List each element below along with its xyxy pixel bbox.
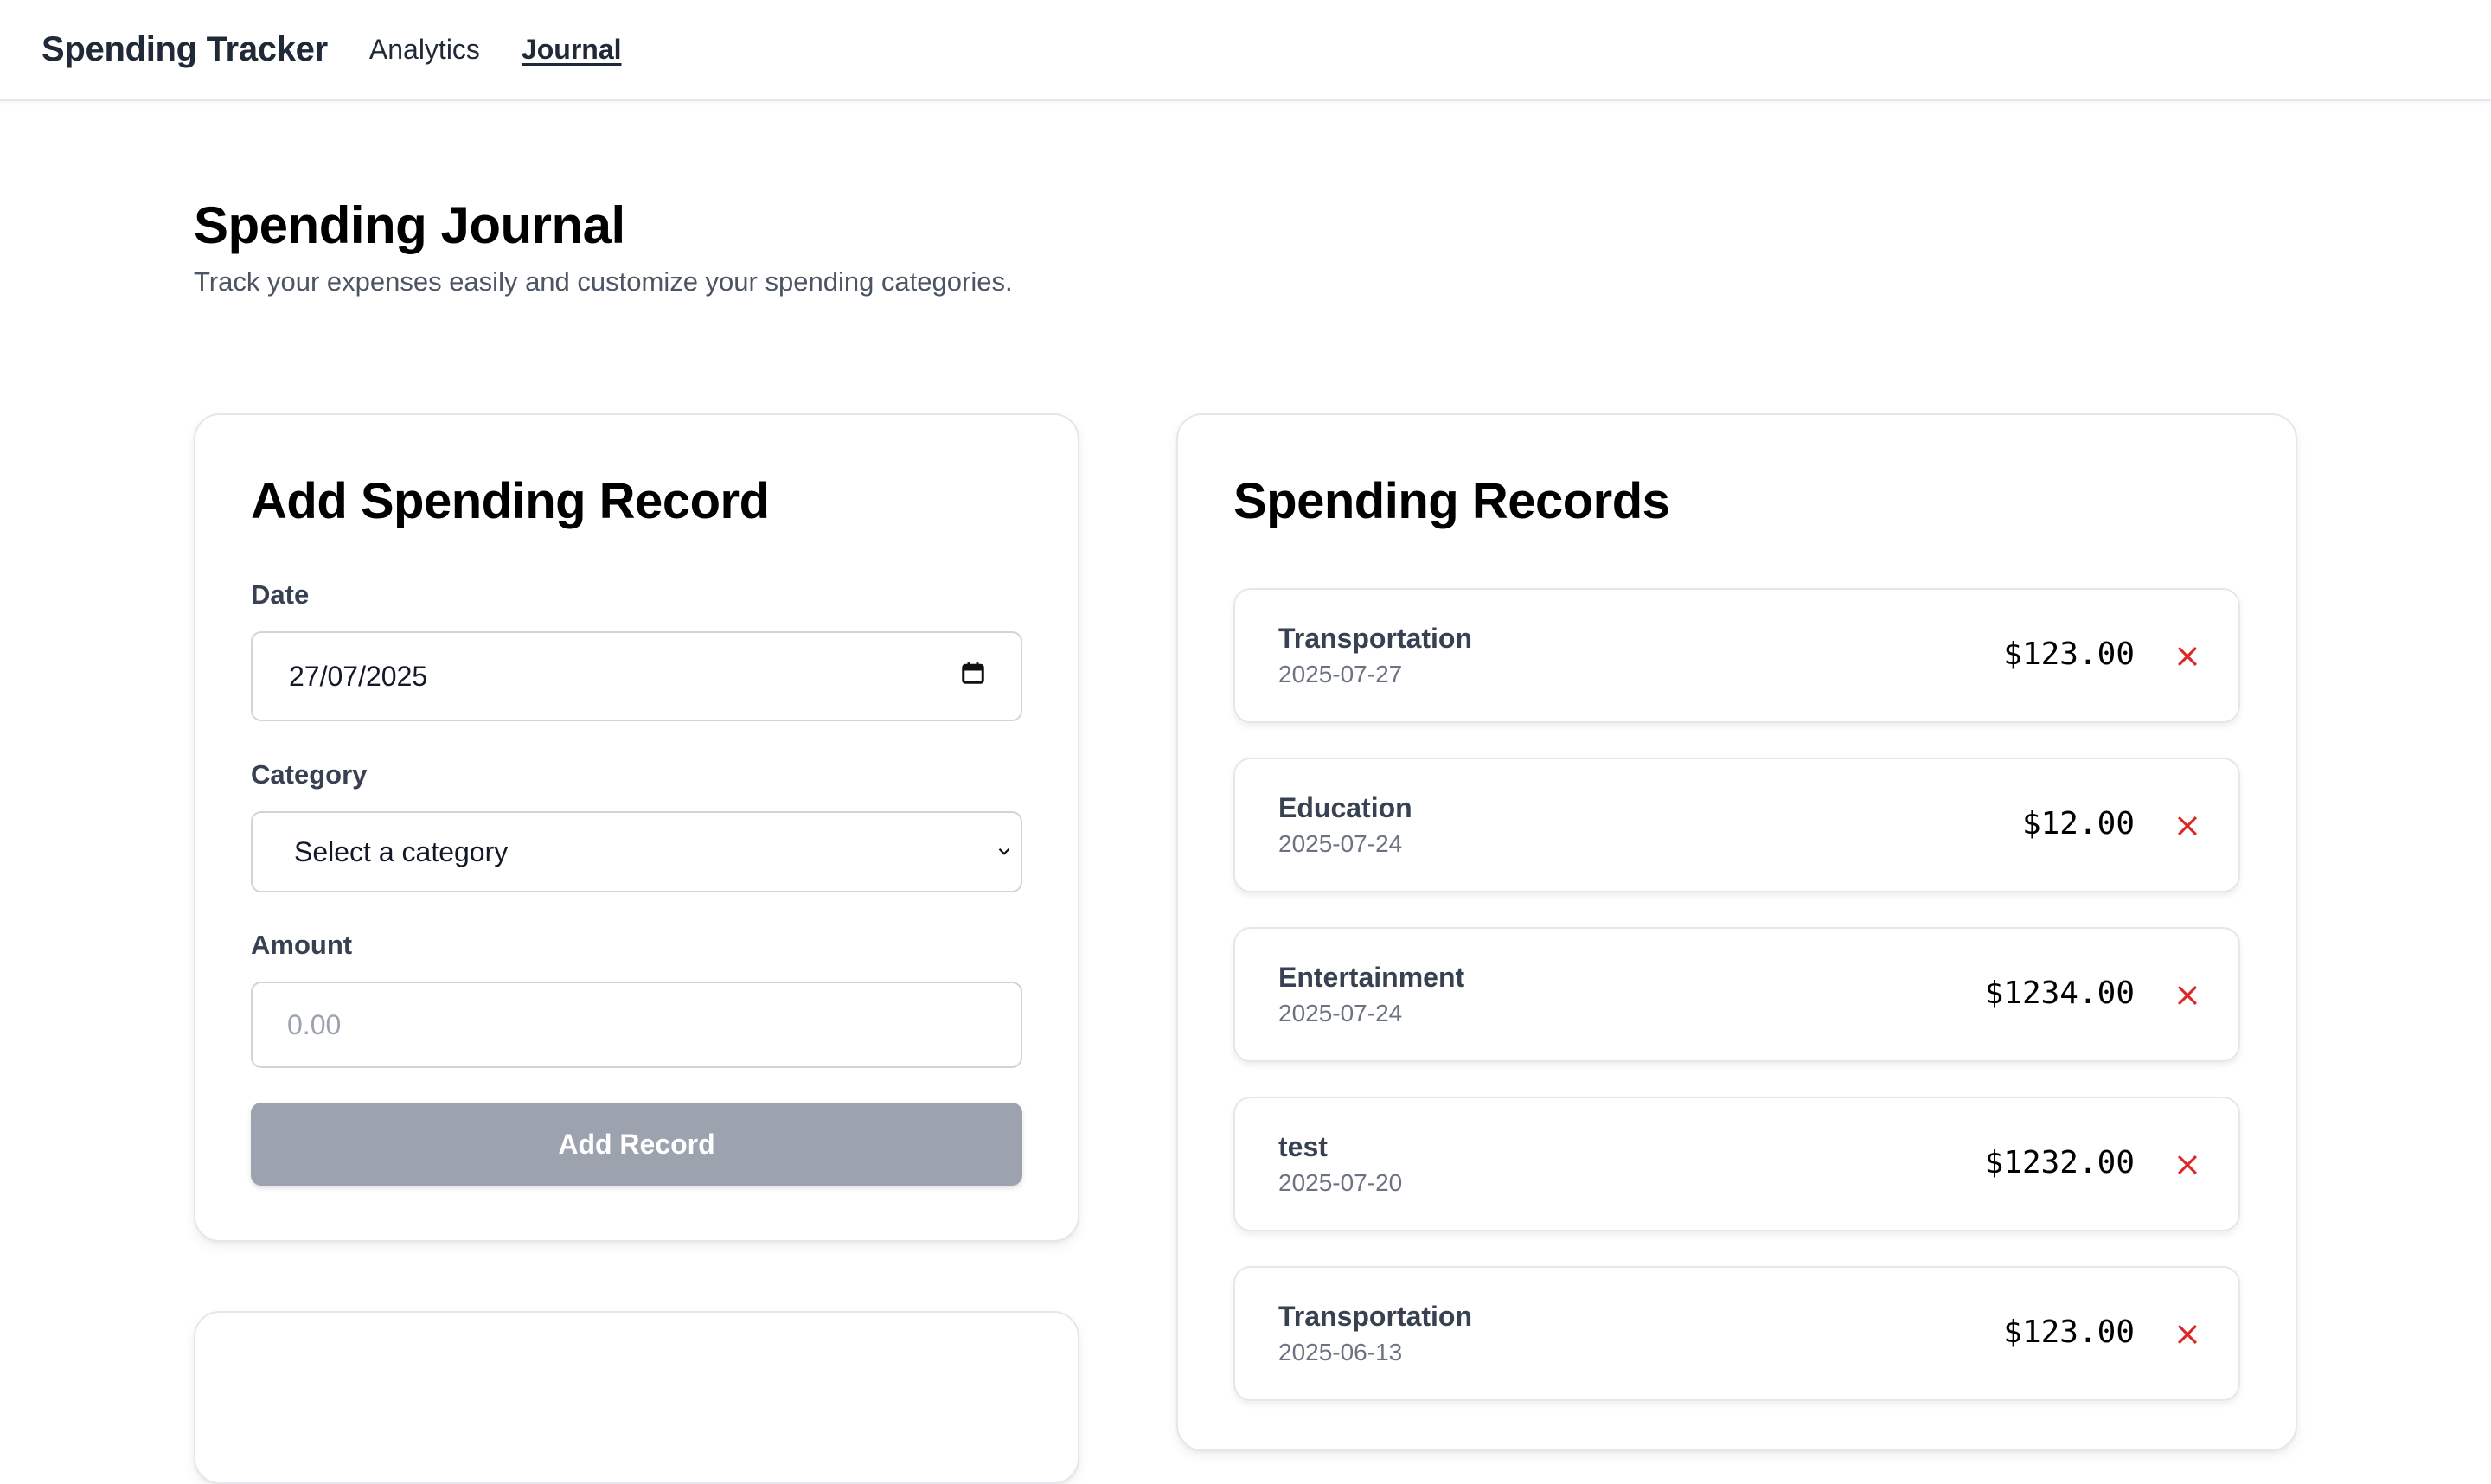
category-label: Category <box>251 759 368 790</box>
nav-link-journal[interactable]: Journal <box>522 34 622 66</box>
date-input[interactable]: 27/07/2025 <box>251 631 1022 721</box>
category-selected-value: Select a category <box>294 835 509 867</box>
top-navigation: Spending Tracker Analytics Journal <box>0 0 2491 101</box>
record-category: test <box>1278 1131 1328 1162</box>
record-amount: $1232.00 <box>1984 1145 2135 1180</box>
record-amount: $123.00 <box>2003 1314 2135 1350</box>
record-item: test 2025-07-20 $1232.00 <box>1233 1097 2240 1231</box>
date-label: Date <box>251 579 310 610</box>
add-record-button[interactable]: Add Record <box>251 1103 1022 1186</box>
add-record-card: Add Spending Record Date 27/07/2025 Cate… <box>194 413 1079 1242</box>
record-category: Entertainment <box>1278 962 1465 993</box>
add-record-title: Add Spending Record <box>251 473 770 529</box>
secondary-card <box>194 1311 1079 1484</box>
amount-placeholder: 0.00 <box>287 1008 342 1040</box>
close-icon[interactable] <box>2173 1150 2202 1180</box>
record-amount: $123.00 <box>2003 636 2135 672</box>
spending-records-title: Spending Records <box>1233 473 1670 529</box>
record-item: Transportation 2025-07-27 $123.00 <box>1233 588 2240 723</box>
chevron-down-icon <box>995 836 1014 868</box>
record-amount: $1234.00 <box>1984 975 2135 1011</box>
page-title: Spending Journal <box>194 196 625 254</box>
close-icon[interactable] <box>2173 642 2202 671</box>
calendar-icon[interactable] <box>960 660 986 693</box>
record-item: Entertainment 2025-07-24 $1234.00 <box>1233 927 2240 1062</box>
record-amount: $12.00 <box>2021 806 2135 841</box>
page-subtitle: Track your expenses easily and customize… <box>194 266 1013 297</box>
record-category: Transportation <box>1278 1301 1473 1332</box>
nav-link-analytics[interactable]: Analytics <box>369 34 480 66</box>
app-brand[interactable]: Spending Tracker <box>42 30 328 69</box>
close-icon[interactable] <box>2173 981 2202 1010</box>
record-date: 2025-06-13 <box>1278 1339 1403 1366</box>
record-date: 2025-07-27 <box>1278 661 1403 688</box>
amount-label: Amount <box>251 930 353 960</box>
record-date: 2025-07-24 <box>1278 830 1403 857</box>
record-category: Transportation <box>1278 623 1473 654</box>
record-item: Education 2025-07-24 $12.00 <box>1233 758 2240 892</box>
record-category: Education <box>1278 792 1412 823</box>
record-date: 2025-07-20 <box>1278 1169 1403 1196</box>
close-icon[interactable] <box>2173 811 2202 841</box>
category-select[interactable]: Select a category <box>251 811 1022 892</box>
record-date: 2025-07-24 <box>1278 1000 1403 1027</box>
record-item: Transportation 2025-06-13 $123.00 <box>1233 1266 2240 1401</box>
close-icon[interactable] <box>2173 1320 2202 1349</box>
amount-input[interactable]: 0.00 <box>251 982 1022 1068</box>
spending-records-card: Spending Records Transportation 2025-07-… <box>1176 413 2297 1451</box>
date-value: 27/07/2025 <box>289 660 428 692</box>
